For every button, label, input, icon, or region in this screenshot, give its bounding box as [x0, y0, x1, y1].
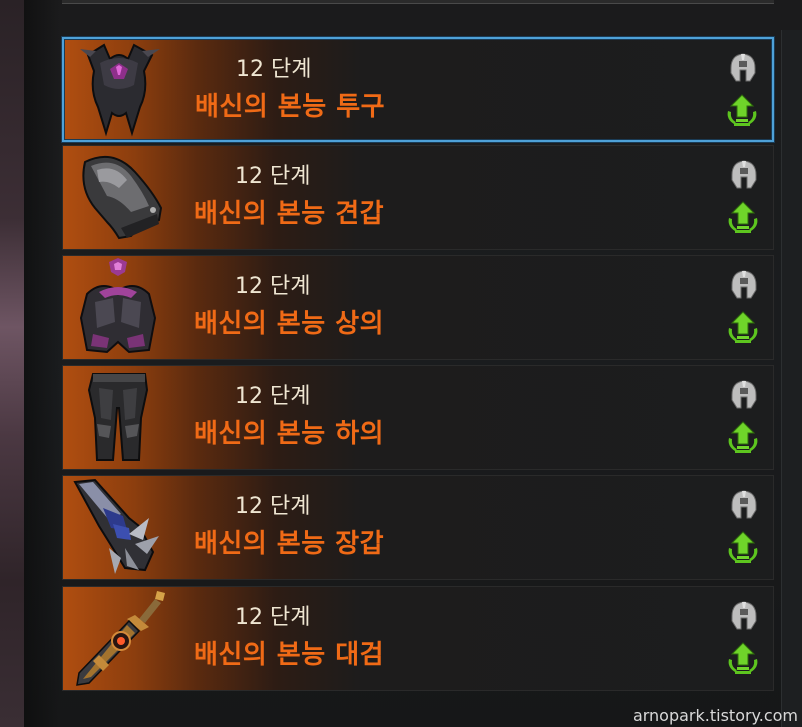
- upgrade-arrow-icon[interactable]: [723, 530, 763, 564]
- equipment-item-greatsword[interactable]: 12 단계 배신의 본능 대검: [62, 586, 774, 691]
- upgrade-arrow-icon[interactable]: [722, 93, 762, 127]
- upgrade-arrow-icon[interactable]: [723, 200, 763, 234]
- equip-helmet-icon[interactable]: [727, 599, 761, 633]
- upgrade-arrow-icon[interactable]: [723, 310, 763, 344]
- equip-helmet-icon[interactable]: [727, 488, 761, 522]
- upgrade-arrow-icon[interactable]: [723, 641, 763, 675]
- item-name-label: 배신의 본능 대검: [194, 640, 385, 670]
- item-name-label: 배신의 본능 장갑: [194, 529, 385, 559]
- pants-item-icon: [69, 368, 167, 466]
- helmet-item-icon: [70, 41, 168, 139]
- item-name-label: 배신의 본능 상의: [194, 309, 385, 339]
- scrollbar-track[interactable]: [781, 30, 802, 727]
- item-name-label: 배신의 본능 하의: [194, 419, 385, 449]
- item-name-label: 배신의 본능 투구: [195, 92, 386, 122]
- item-level-label: 12 단계: [235, 274, 311, 299]
- upgrade-arrow-icon[interactable]: [723, 420, 763, 454]
- equip-helmet-icon[interactable]: [727, 268, 761, 302]
- item-level-label: 12 단계: [235, 494, 311, 519]
- equipment-item-chest[interactable]: 12 단계 배신의 본능 상의: [62, 255, 774, 360]
- equipment-item-shoulder[interactable]: 12 단계 배신의 본능 견갑: [62, 145, 774, 250]
- panel-top-edge: [62, 0, 774, 4]
- shoulder-item-icon: [69, 148, 167, 246]
- equipment-item-gloves[interactable]: 12 단계 배신의 본능 장갑: [62, 475, 774, 580]
- equip-helmet-icon[interactable]: [727, 158, 761, 192]
- item-level-label: 12 단계: [235, 164, 311, 189]
- item-level-label: 12 단계: [235, 605, 311, 630]
- equipment-item-pants[interactable]: 12 단계 배신의 본능 하의: [62, 365, 774, 470]
- watermark: arnopark.tistory.com: [632, 706, 798, 725]
- item-level-label: 12 단계: [236, 57, 312, 82]
- gloves-item-icon: [69, 478, 167, 576]
- equip-helmet-icon[interactable]: [726, 51, 760, 85]
- equip-helmet-icon[interactable]: [727, 378, 761, 412]
- item-name-label: 배신의 본능 견갑: [194, 199, 385, 229]
- chest-item-icon: [69, 258, 167, 356]
- item-level-label: 12 단계: [235, 384, 311, 409]
- greatsword-item-icon: [69, 589, 167, 687]
- equipment-item-helmet[interactable]: 12 단계 배신의 본능 투구: [62, 37, 774, 142]
